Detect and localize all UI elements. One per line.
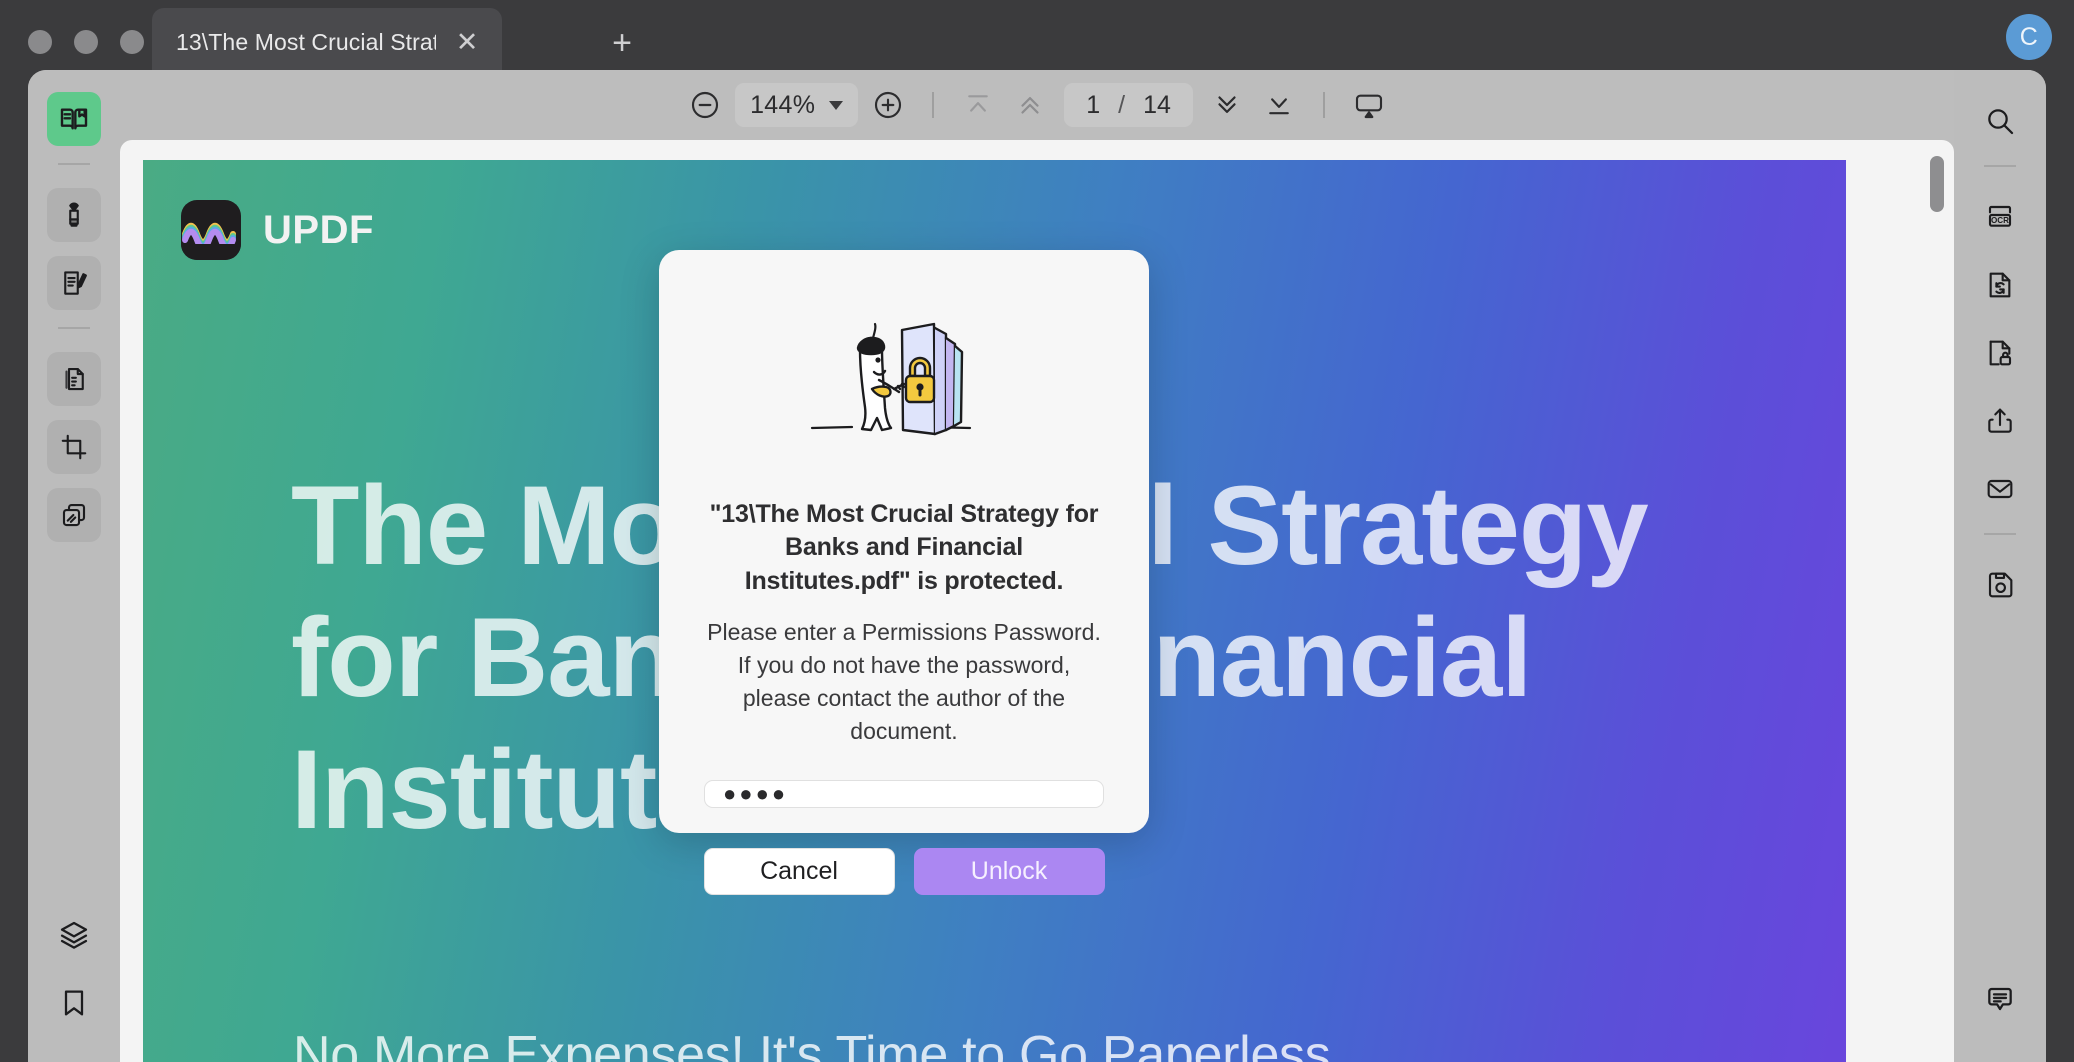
sidebar-item-layers[interactable] [47,908,101,962]
toolbar-divider [932,92,935,118]
mail-icon [1984,473,2016,505]
sidebar-item-batch-process[interactable] [47,488,101,542]
sidebar-item-comments[interactable] [1973,972,2027,1026]
avatar[interactable]: C [2006,14,2052,60]
minimize-window-button[interactable] [74,30,98,54]
dialog-title: "13\The Most Crucial Strategy for Banks … [709,500,1099,595]
sidebar-item-email[interactable] [1973,462,2027,516]
book-reader-icon [58,103,90,135]
close-window-button[interactable] [28,30,52,54]
window-traffic-lights [28,30,144,54]
edit-document-icon [59,268,89,298]
highlighter-icon [59,200,89,230]
rail-divider [58,327,90,329]
document-subheadline: No More Expenses! It's Time to Go Paperl… [293,1026,1331,1062]
svg-text:OCR: OCR [1991,216,2009,225]
sidebar-item-reader[interactable] [47,92,101,146]
zoom-level-selector[interactable]: 144% [735,83,859,127]
sidebar-item-organize-pages[interactable] [47,352,101,406]
maximize-window-button[interactable] [120,30,144,54]
sidebar-item-protect[interactable] [1973,326,2027,380]
rail-divider [58,163,90,165]
comment-icon [1984,983,2016,1015]
toolbar-divider [1322,92,1325,118]
layers-icon [58,919,90,951]
character-unlocking-document-illustration [794,294,1014,464]
app-body: 144% 1 / 14 UPDF The Most Strategy for B… [28,70,2046,1062]
cancel-button[interactable]: Cancel [703,848,895,896]
sidebar-item-convert[interactable] [1973,258,2027,312]
right-toolbar: OCR [1954,70,2046,1062]
new-tab-icon[interactable]: + [605,26,639,60]
next-page-button[interactable] [1201,79,1253,131]
batch-process-icon [59,500,89,530]
document-toolbar: 144% 1 / 14 [120,70,1954,140]
sidebar-item-crop-page[interactable] [47,420,101,474]
zoom-level-value: 144% [750,90,816,119]
sidebar-item-share[interactable] [1973,394,2027,448]
share-icon [1984,405,2016,437]
tab-title: 13\The Most Crucial Strate [176,28,436,55]
presentation-button[interactable] [1343,79,1395,131]
left-toolbar [28,70,120,1062]
updf-mark-icon [181,200,241,260]
password-input[interactable]: ●●●● [704,780,1104,809]
unlock-button[interactable]: Unlock [913,848,1105,896]
tab-close-icon[interactable]: ✕ [452,28,482,56]
sidebar-item-ocr[interactable]: OCR [1973,190,2027,244]
document-viewer[interactable]: UPDF The Most Crucial Strategy for Banks… [120,140,1954,1062]
previous-page-button[interactable] [1004,79,1056,131]
current-page-input[interactable]: 1 [1086,91,1100,120]
sidebar-item-bookmark[interactable] [47,976,101,1030]
rail-divider [1984,165,2016,167]
page-separator: / [1118,90,1126,119]
ocr-icon: OCR [1984,201,2016,233]
sidebar-item-search[interactable] [1973,94,2027,148]
zoom-out-button[interactable] [679,79,731,131]
sidebar-item-save[interactable] [1973,558,2027,612]
sidebar-item-annotate-highlight[interactable] [47,188,101,242]
app-window: 13\The Most Crucial Strate ✕ + C 144% 1 … [0,0,2074,1062]
rail-divider [1984,533,2016,535]
dialog-description: Please enter a Permissions Password. If … [707,618,1101,745]
document-tab[interactable]: 13\The Most Crucial Strate ✕ [152,8,502,76]
total-pages: 14 [1143,90,1171,119]
vertical-scrollbar-thumb[interactable] [1930,156,1944,212]
save-icon [1984,569,2016,601]
first-page-button[interactable] [952,79,1004,131]
chevron-down-icon [829,100,844,110]
crop-icon [59,432,89,462]
updf-brand-name: UPDF [263,207,374,252]
dialog-actions: Cancel Unlock [703,848,1105,896]
last-page-button[interactable] [1253,79,1305,131]
bookmark-icon [58,987,90,1019]
sidebar-item-edit-pdf[interactable] [47,256,101,310]
organize-pages-icon [59,364,89,394]
search-icon [1984,105,2016,137]
protect-document-icon [1984,337,2016,369]
convert-document-icon [1984,269,2016,301]
page-indicator[interactable]: 1 / 14 [1064,83,1193,127]
zoom-in-button[interactable] [862,79,914,131]
updf-logo: UPDF [181,200,374,260]
password-protected-dialog: "13\The Most Crucial Strategy for Banks … [659,250,1149,896]
